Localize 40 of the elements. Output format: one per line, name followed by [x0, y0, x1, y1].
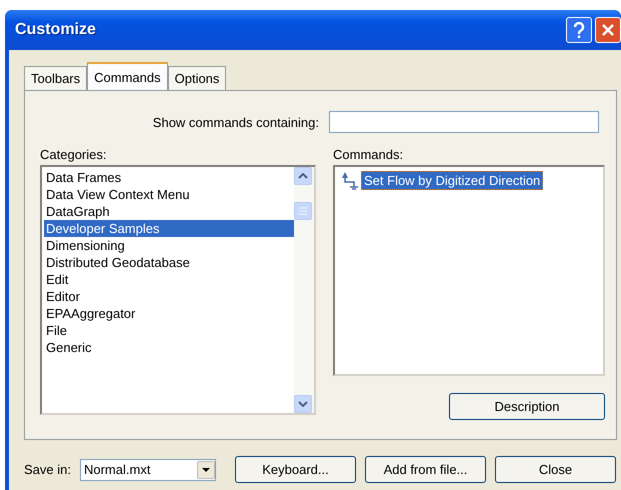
- scroll-thumb[interactable]: [294, 202, 312, 220]
- grip-icon: [299, 207, 307, 215]
- category-item[interactable]: Dimensioning: [44, 237, 294, 254]
- category-item[interactable]: Edit: [44, 271, 294, 288]
- help-button[interactable]: [566, 17, 592, 43]
- category-item[interactable]: Developer Samples: [44, 220, 294, 237]
- add-from-file-button[interactable]: Add from file...: [364, 456, 486, 483]
- categories-label: Categories:: [40, 147, 108, 164]
- scroll-down-button[interactable]: [294, 395, 312, 413]
- triangle-down-icon: [200, 466, 211, 472]
- search-field[interactable]: [329, 111, 599, 133]
- categories-list[interactable]: Data Frames Data View Context Menu DataGraph Developer Samples Dimensioning Distributed Geodatabase Edit Editor EPAAggregator File Generic: [40, 165, 316, 415]
- command-item[interactable]: Set Flow by Digitized Direction: [361, 171, 544, 190]
- category-item[interactable]: EPAAggregator: [44, 305, 294, 322]
- category-item[interactable]: Generic: [44, 339, 294, 356]
- category-item[interactable]: Distributed Geodatabase: [44, 254, 294, 271]
- chevron-up-icon: [298, 173, 308, 179]
- category-item[interactable]: Data View Context Menu: [44, 186, 294, 203]
- save-in-dropdown[interactable]: Normal.mxt: [80, 458, 216, 480]
- scrollbar[interactable]: [294, 167, 314, 413]
- close-icon: [601, 23, 615, 37]
- category-item[interactable]: File: [44, 322, 294, 339]
- description-button[interactable]: Description: [449, 393, 605, 420]
- commands-label: Commands:: [333, 147, 404, 164]
- scroll-up-button[interactable]: [294, 167, 312, 185]
- category-item[interactable]: Editor: [44, 288, 294, 305]
- close-button[interactable]: [595, 17, 621, 43]
- category-item[interactable]: Data Frames: [44, 169, 294, 186]
- tab[interactable]: Toolbars: [24, 66, 88, 90]
- category-item[interactable]: DataGraph: [44, 203, 294, 220]
- save-in-label: Save in:: [24, 462, 71, 477]
- flow-direction-icon: [339, 171, 361, 190]
- keyboard-button[interactable]: Keyboard...: [234, 456, 356, 483]
- window-title: Customize: [15, 21, 97, 39]
- tab[interactable]: Options: [168, 66, 226, 90]
- chevron-down-icon: [298, 401, 308, 407]
- tab[interactable]: Commands: [87, 62, 168, 90]
- close-dialog-button[interactable]: Close: [494, 456, 616, 483]
- question-mark-icon: [573, 22, 585, 38]
- search-label: Show commands containing:: [152, 114, 319, 130]
